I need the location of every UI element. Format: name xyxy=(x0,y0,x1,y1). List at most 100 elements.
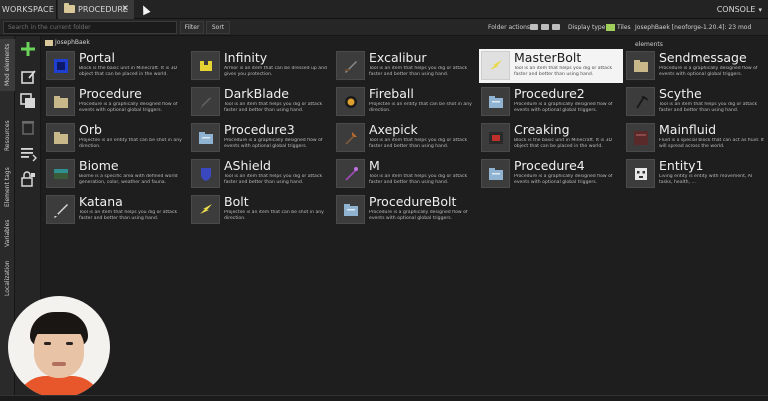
element-thumbnail xyxy=(481,123,510,152)
mod-element-tile[interactable]: Portal Block is the basic unit in Minecra… xyxy=(44,49,188,83)
display-type-value[interactable]: Tiles xyxy=(617,19,631,36)
filter-button[interactable]: Filter xyxy=(180,21,204,34)
mod-element-tile[interactable]: Creaking Block is the basic unit in Minec… xyxy=(479,121,623,155)
mod-element-tile[interactable]: Orb Projectile is an entity that can be s… xyxy=(44,121,188,155)
element-name: Procedure3 xyxy=(224,122,295,137)
element-name: Scythe xyxy=(659,86,702,101)
mod-element-tile[interactable]: Scythe Tool is an item that helps you dig… xyxy=(624,85,768,119)
webcam-overlay xyxy=(8,296,110,398)
sort-button[interactable]: Sort xyxy=(206,21,230,34)
fluid-icon xyxy=(633,130,648,145)
element-name: Excalibur xyxy=(369,50,427,65)
tab-console[interactable]: CONSOLE ▾ xyxy=(717,0,762,19)
delete-folder-icon[interactable] xyxy=(552,24,560,30)
mod-element-tile[interactable]: M Tool is an item that helps you dig or a… xyxy=(334,157,478,191)
webcam-eye xyxy=(44,342,51,345)
entity-icon xyxy=(634,167,647,180)
webcam-eye xyxy=(66,342,73,345)
mod-element-tile[interactable]: Procedure3 Procedure is a graphically des… xyxy=(189,121,333,155)
armor-icon xyxy=(199,60,212,71)
element-thumbnail xyxy=(191,195,220,224)
mod-element-tile[interactable]: ProcedureBolt Procedure is a graphically … xyxy=(334,193,478,227)
element-description: Procedure is a graphically designed flow… xyxy=(369,210,468,221)
portal-block-icon xyxy=(53,58,68,73)
element-description: Procedure is a graphically designed flow… xyxy=(79,102,178,113)
plus-icon xyxy=(21,42,35,56)
status-bar xyxy=(0,395,768,401)
element-name: Entity1 xyxy=(659,158,704,173)
mod-element-tile[interactable]: Sendmessage Procedure is a graphically de… xyxy=(624,49,768,83)
element-name: Portal xyxy=(79,50,115,65)
element-thumbnail xyxy=(481,159,510,188)
mod-element-tile[interactable]: Axepick Tool is an item that helps you di… xyxy=(334,121,478,155)
edit-icon xyxy=(21,70,36,84)
element-thumbnail xyxy=(336,123,365,152)
element-name: ProcedureBolt xyxy=(369,194,457,209)
mod-element-tile[interactable]: Procedure4 Procedure is a graphically des… xyxy=(479,157,623,191)
element-name: Infinity xyxy=(224,50,268,65)
element-description: Tool is an item that helps you dig or at… xyxy=(224,102,323,113)
folder-actions-label: Folder actions: xyxy=(488,24,533,31)
element-name: Katana xyxy=(79,194,123,209)
biome-icon xyxy=(53,168,68,179)
element-thumbnail xyxy=(336,87,365,116)
top-tab-bar: WORKSPACE PROCEDURE ✕ CONSOLE ▾ xyxy=(0,0,768,19)
element-name: Procedure xyxy=(79,86,142,101)
rename-folder-icon[interactable] xyxy=(541,24,549,30)
element-description: Projectile is an entity that can be shot… xyxy=(369,102,472,113)
procedure-folder-icon xyxy=(198,131,213,144)
mod-element-tile[interactable]: Fireball Projectile is an entity that can… xyxy=(334,85,478,119)
element-thumbnail xyxy=(46,195,75,224)
mod-element-tile[interactable]: Procedure2 Procedure is a graphically des… xyxy=(479,85,623,119)
mod-element-tile[interactable]: Biome Biome is a specific area with defin… xyxy=(44,157,188,191)
element-name: Bolt xyxy=(224,194,249,209)
element-name: DarkBlade xyxy=(224,86,289,101)
new-folder-icon[interactable] xyxy=(530,24,538,30)
workspace-info: JosephBaek [neoforge-1.20.4]: 23 mod ele… xyxy=(635,24,752,48)
element-description: Procedure is a graphically designed flow… xyxy=(514,102,613,113)
mod-element-tile[interactable]: DarkBlade Tool is an item that helps you … xyxy=(189,85,333,119)
shield-icon xyxy=(200,167,211,181)
delete-element-button[interactable] xyxy=(19,118,37,136)
breadcrumb[interactable]: JosephBaek xyxy=(45,38,90,48)
element-thumbnail xyxy=(46,51,75,80)
sidebar-tab-element-tags[interactable]: Element tags xyxy=(0,164,15,210)
element-name: Axepick xyxy=(369,122,418,137)
mod-element-tile[interactable]: Infinity Armor is an item that can be dre… xyxy=(189,49,333,83)
duplicate-element-button[interactable] xyxy=(19,92,37,110)
mod-element-tile[interactable]: Procedure Procedure is a graphically desi… xyxy=(44,85,188,119)
element-thumbnail xyxy=(481,51,510,80)
mod-element-tile[interactable]: Bolt Projectile is an item that can be sh… xyxy=(189,193,333,227)
element-description: Armor is an item that can be dressed up … xyxy=(224,66,327,77)
search-input[interactable] xyxy=(3,21,177,34)
tab-procedure[interactable]: PROCEDURE ✕ xyxy=(58,0,134,19)
breadcrumb-label: JosephBaek xyxy=(55,39,90,46)
element-description: Procedure is a graphically designed flow… xyxy=(659,66,758,77)
mod-element-tile[interactable]: AShield Tool is an item that helps you di… xyxy=(189,157,333,191)
add-element-button[interactable] xyxy=(19,40,37,58)
sidebar-tab-variables[interactable]: Variables xyxy=(0,214,15,252)
element-description: Tool is an item that helps you dig or at… xyxy=(369,66,468,77)
element-thumbnail xyxy=(191,123,220,152)
mod-element-tile[interactable]: Katana Tool is an item that helps you dig… xyxy=(44,193,188,227)
sidebar-tab-mod-elements[interactable]: Mod elements xyxy=(0,39,15,91)
element-description: Block is the basic unit in Minecraft. It… xyxy=(79,66,178,77)
procedure-folder-icon xyxy=(488,167,503,180)
sidebar-tab-resources[interactable]: Resources xyxy=(0,116,15,156)
mod-element-tile[interactable]: Excalibur Tool is an item that helps you … xyxy=(334,49,478,83)
mod-element-tile[interactable]: Entity1 Living entity is entity with move… xyxy=(624,157,768,191)
edit-element-button[interactable] xyxy=(19,68,37,86)
mod-element-tile[interactable]: MasterBolt Tool is an item that helps you… xyxy=(479,49,623,83)
close-icon[interactable]: ✕ xyxy=(121,0,129,19)
mod-element-tile[interactable]: Mainfluid Fluid is a special block that c… xyxy=(624,121,768,155)
folder-icon xyxy=(64,3,75,13)
element-description: Projectile is an entity that can be shot… xyxy=(79,138,182,149)
lock-element-button[interactable] xyxy=(19,170,37,188)
tiles-icon[interactable] xyxy=(606,24,615,31)
sidebar-tab-localization[interactable]: Localization xyxy=(0,256,15,300)
tab-workspace[interactable]: WORKSPACE xyxy=(0,0,57,19)
element-thumbnail xyxy=(626,159,655,188)
sort-elements-button[interactable] xyxy=(19,144,37,162)
element-description: Tool is an item that helps you dig or at… xyxy=(79,210,178,221)
element-thumbnail xyxy=(46,87,75,116)
